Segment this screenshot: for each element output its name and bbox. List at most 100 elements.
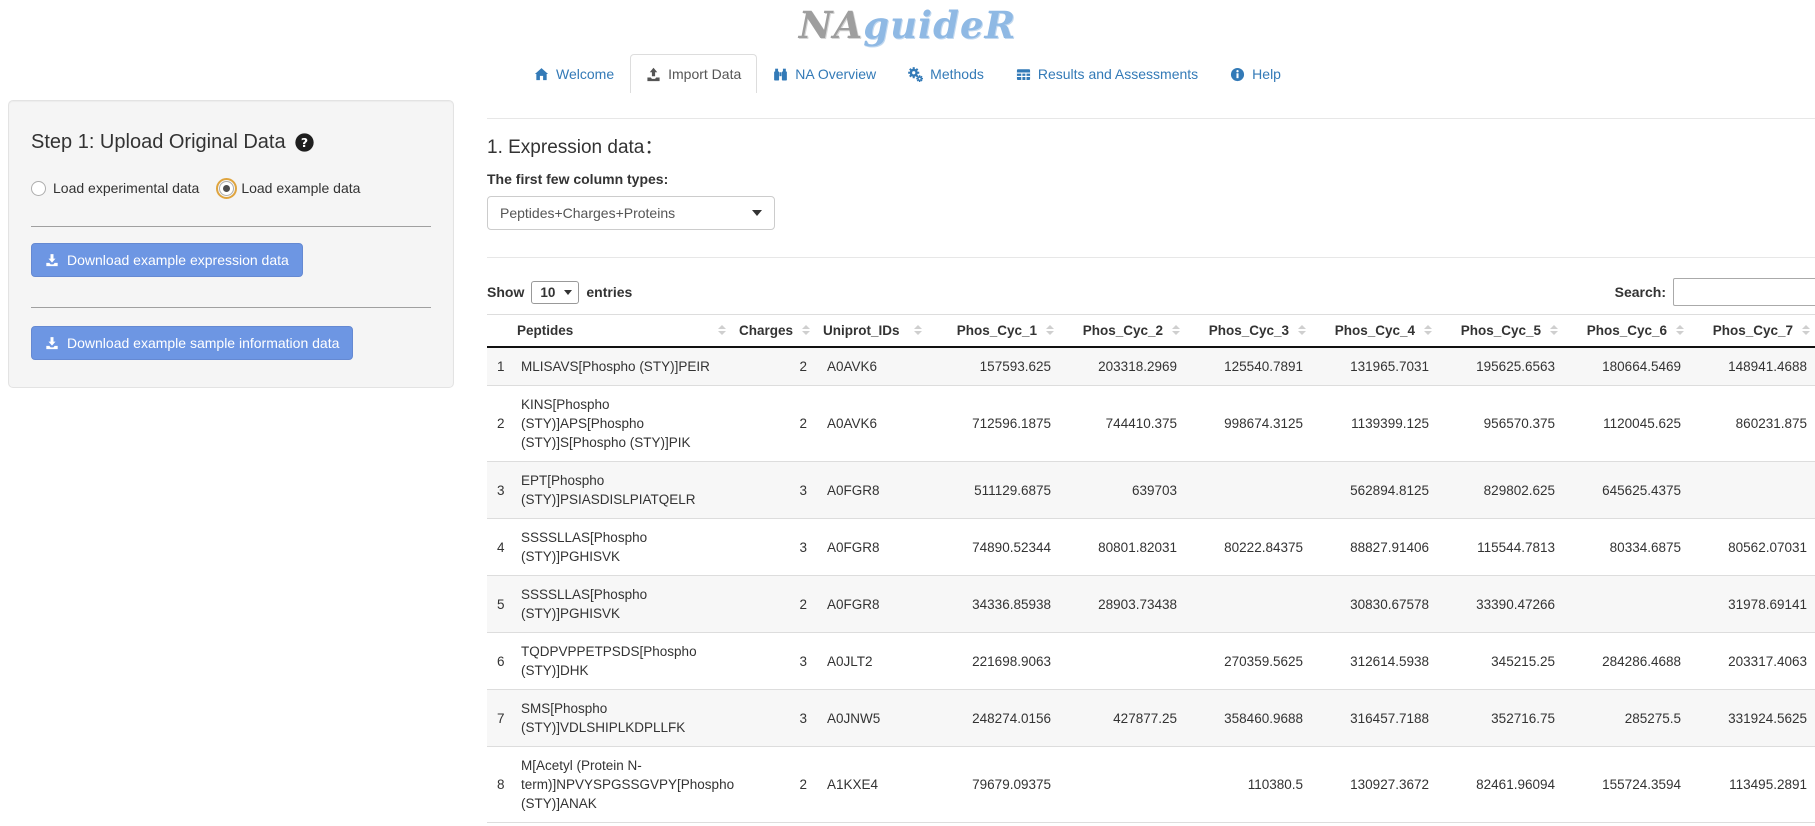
tab-results-and-assessments[interactable]: Results and Assessments	[1000, 54, 1214, 93]
download-sample-info-button[interactable]: Download example sample information data	[31, 326, 353, 360]
col-header-charges[interactable]: Charges	[733, 315, 817, 348]
cell-uniprot: A0FGR8	[817, 462, 929, 519]
caret-down-icon	[752, 210, 762, 216]
cell-phos-cyc-4: 88827.91406	[1313, 519, 1439, 576]
divider	[487, 118, 1815, 119]
column-types-selected-value: Peptides+Charges+Proteins	[500, 205, 675, 221]
sort-icon	[1550, 325, 1558, 336]
cell-phos-cyc-7: 148941.4688	[1691, 347, 1815, 386]
tab-help[interactable]: Help	[1214, 54, 1297, 93]
col-header-phos_cyc_1[interactable]: Phos_Cyc_1	[929, 315, 1061, 348]
sort-icon	[802, 325, 810, 336]
cell-peptide: TQDPVPPETPSDS[Phospho (STY)]DHK	[511, 633, 733, 690]
cell-phos-cyc-1: 712596.1875	[929, 386, 1061, 462]
cell-phos-cyc-7: 331924.5625	[1691, 690, 1815, 747]
cell-phos-cyc-2: 427877.25	[1061, 690, 1187, 747]
binoculars-icon	[773, 67, 788, 82]
cell-phos-cyc-7: 31978.69141	[1691, 576, 1815, 633]
cell-peptide: M[Acetyl (Protein N-term)]NPVYSPGSSGVPY[…	[511, 747, 733, 823]
col-header-phos_cyc_3[interactable]: Phos_Cyc_3	[1187, 315, 1313, 348]
download-expression-data-button[interactable]: Download example expression data	[31, 243, 303, 277]
radio-button[interactable]	[219, 181, 234, 196]
cell-phos-cyc-5: 352716.75	[1439, 690, 1565, 747]
search-input[interactable]	[1673, 278, 1815, 306]
cell-phos-cyc-7: 113495.2891	[1691, 747, 1815, 823]
cell-phos-cyc-1: 74890.52344	[929, 519, 1061, 576]
import-data-content: 1. Expression data： The first few column…	[470, 100, 1815, 823]
cell-phos-cyc-3: 358460.9688	[1187, 690, 1313, 747]
cell-rownum: 4	[487, 519, 511, 576]
sort-icon	[1802, 325, 1810, 336]
cell-peptide: KINS[Phospho (STY)]APS[Phospho (STY)]S[P…	[511, 386, 733, 462]
divider	[31, 307, 431, 308]
tab-import-data[interactable]: Import Data	[630, 54, 757, 93]
table-row: 8M[Acetyl (Protein N-term)]NPVYSPGSSGVPY…	[487, 747, 1815, 823]
cell-phos-cyc-2: 203318.2969	[1061, 347, 1187, 386]
cell-phos-cyc-5: 82461.96094	[1439, 747, 1565, 823]
cell-rownum: 7	[487, 690, 511, 747]
divider	[487, 257, 1815, 258]
cell-charge: 3	[733, 519, 817, 576]
cell-phos-cyc-6: 180664.5469	[1565, 347, 1691, 386]
col-header-peptides[interactable]: Peptides	[511, 315, 733, 348]
col-header-label: Phos_Cyc_5	[1461, 323, 1541, 338]
cell-phos-cyc-6: 80334.6875	[1565, 519, 1691, 576]
cell-phos-cyc-3: 110380.5	[1187, 747, 1313, 823]
col-header-phos_cyc_6[interactable]: Phos_Cyc_6	[1565, 315, 1691, 348]
table-row: 2KINS[Phospho (STY)]APS[Phospho (STY)]S[…	[487, 386, 1815, 462]
col-header-rownum	[487, 315, 511, 348]
col-header-label: Charges	[739, 323, 793, 338]
naguider-app: NAguideR WelcomeImport DataNA OverviewMe…	[0, 0, 1815, 826]
col-header-phos_cyc_7[interactable]: Phos_Cyc_7	[1691, 315, 1815, 348]
col-header-label: Uniprot_IDs	[823, 323, 900, 338]
cell-phos-cyc-7: 203317.4063	[1691, 633, 1815, 690]
cell-charge: 2	[733, 576, 817, 633]
logo-part-guider: guideR	[863, 3, 1016, 47]
table-row: 5SSSSLLAS[Phospho (STY)]PGHISVK2A0FGR834…	[487, 576, 1815, 633]
cell-phos-cyc-4: 130927.3672	[1313, 747, 1439, 823]
radio-load-experimental-data[interactable]: Load experimental data	[31, 180, 199, 196]
sort-icon	[718, 325, 726, 336]
data-source-radio-group: Load experimental data Load example data	[31, 180, 431, 196]
cell-phos-cyc-2: 744410.375	[1061, 386, 1187, 462]
info-icon	[1230, 67, 1245, 82]
tab-methods[interactable]: Methods	[892, 54, 1000, 93]
cell-phos-cyc-2: 80801.82031	[1061, 519, 1187, 576]
download-sample-info-label: Download example sample information data	[67, 335, 339, 351]
cell-rownum: 5	[487, 576, 511, 633]
gears-icon	[908, 67, 923, 82]
logo-part-na: NA	[799, 3, 864, 47]
download-icon	[45, 336, 59, 350]
cell-phos-cyc-1: 248274.0156	[929, 690, 1061, 747]
col-header-label: Phos_Cyc_6	[1587, 323, 1667, 338]
col-header-phos_cyc_4[interactable]: Phos_Cyc_4	[1313, 315, 1439, 348]
radio-label: Load example data	[241, 180, 360, 196]
col-header-phos_cyc_5[interactable]: Phos_Cyc_5	[1439, 315, 1565, 348]
panel-title-text: Step 1: Upload Original Data	[31, 131, 286, 154]
cell-uniprot: A1KXE4	[817, 747, 929, 823]
cell-phos-cyc-4: 312614.5938	[1313, 633, 1439, 690]
cell-peptide: EPT[Phospho (STY)]PSIASDISLPIATQELR	[511, 462, 733, 519]
col-header-phos_cyc_2[interactable]: Phos_Cyc_2	[1061, 315, 1187, 348]
tab-welcome[interactable]: Welcome	[518, 54, 630, 93]
cell-phos-cyc-1: 157593.625	[929, 347, 1061, 386]
cell-phos-cyc-4: 30830.67578	[1313, 576, 1439, 633]
main-nav: WelcomeImport DataNA OverviewMethods Resu…	[0, 54, 1815, 93]
radio-load-example-data[interactable]: Load example data	[219, 180, 360, 196]
home-icon	[534, 67, 549, 82]
radio-button[interactable]	[31, 181, 46, 196]
cell-charge: 3	[733, 462, 817, 519]
tab-label: Results and Assessments	[1038, 66, 1198, 82]
cell-uniprot: A0JNW5	[817, 690, 929, 747]
table-search: Search:	[1615, 278, 1815, 306]
col-header-uniprot_ids[interactable]: Uniprot_IDs	[817, 315, 929, 348]
column-types-select[interactable]: Peptides+Charges+Proteins	[487, 196, 775, 230]
cell-phos-cyc-5: 195625.6563	[1439, 347, 1565, 386]
cell-charge: 2	[733, 386, 817, 462]
page-length-select[interactable]: 10	[531, 281, 579, 304]
cell-charge: 2	[733, 347, 817, 386]
table-row: 1MLISAVS[Phospho (STY)]PEIR2A0AVK6157593…	[487, 347, 1815, 386]
tab-na-overview[interactable]: NA Overview	[757, 54, 892, 93]
question-circle-icon[interactable]: ?	[295, 133, 314, 152]
table-icon	[1016, 67, 1031, 82]
